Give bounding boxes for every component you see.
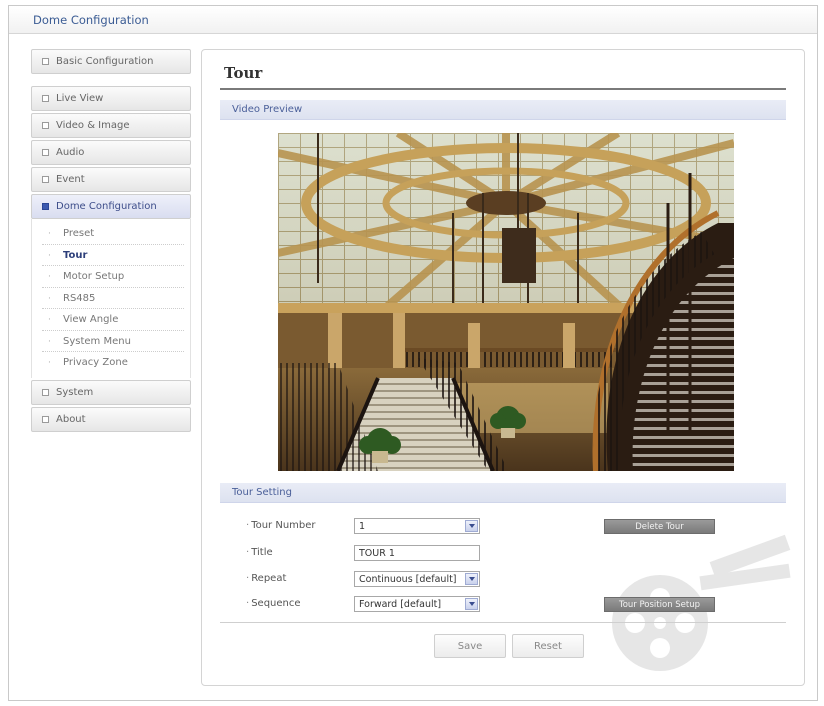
tour-number-label: · Tour Number (246, 520, 316, 531)
square-bullet-icon (42, 58, 49, 65)
submenu-item-label: Motor Setup (63, 271, 125, 282)
delete-tour-button[interactable]: Delete Tour (604, 519, 715, 534)
dot-bullet-icon: · (48, 358, 51, 368)
sidebar-item-label: Basic Configuration (56, 56, 154, 67)
video-preview-section-header: Video Preview (220, 100, 786, 120)
sidebar-item-label: Audio (56, 147, 85, 158)
dome-configuration-submenu: · Preset · Tour · Motor Setup · RS485 · … (31, 219, 191, 378)
square-bullet-icon (42, 176, 49, 183)
section-title: Video Preview (232, 104, 303, 115)
sidebar-item-basic-configuration[interactable]: Basic Configuration (31, 49, 191, 74)
sidebar-item-label: Dome Configuration (56, 201, 157, 212)
sidebar-item-label: Live View (56, 93, 104, 104)
atrium-scene (278, 133, 734, 471)
submenu-item-label: Tour (63, 249, 88, 261)
submenu-item-rs485[interactable]: · RS485 (42, 288, 184, 309)
dot-bullet-icon: · (48, 272, 51, 282)
sidebar-item-video-image[interactable]: Video & Image (31, 113, 191, 138)
section-title: Tour Setting (232, 487, 292, 498)
repeat-select[interactable]: Continuous [default] (354, 571, 480, 587)
submenu-item-label: Privacy Zone (63, 357, 128, 368)
submenu-item-view-angle[interactable]: · View Angle (42, 309, 184, 331)
title-input[interactable]: TOUR 1 (354, 545, 480, 561)
submenu-item-label: System Menu (63, 335, 131, 347)
top-header: Dome Configuration (9, 6, 817, 34)
dot-bullet-icon: · (48, 250, 51, 261)
save-button[interactable]: Save (434, 634, 506, 658)
sidebar-item-event[interactable]: Event (31, 167, 191, 192)
sidebar-item-label: System (56, 386, 94, 398)
sidebar-item-label: Video & Image (56, 120, 130, 131)
sidebar-item-label: Event (56, 174, 85, 185)
sequence-label: · Sequence (246, 598, 301, 609)
main-panel: Tour Video Preview Tour Setting · Tour N… (201, 49, 805, 686)
dot-bullet-icon: · (48, 293, 51, 304)
square-bullet-icon (42, 122, 49, 129)
sidebar-item-label: About (56, 413, 86, 425)
square-bullet-icon (42, 95, 49, 102)
submenu-item-preset[interactable]: · Preset (42, 223, 184, 245)
submenu-item-system-menu[interactable]: · System Menu (42, 331, 184, 352)
app-window: Dome Configuration Basic Configuration L… (8, 5, 818, 701)
page-title: Tour (224, 64, 263, 82)
submenu-item-label: Preset (63, 228, 95, 239)
submenu-item-motor-setup[interactable]: · Motor Setup (42, 266, 184, 288)
sidebar: Basic Configuration Live View Video & Im… (31, 49, 191, 434)
square-bullet-icon (42, 388, 49, 396)
submenu-item-label: View Angle (63, 314, 119, 325)
square-bullet-icon (42, 415, 49, 423)
sidebar-item-dome-configuration[interactable]: Dome Configuration (31, 194, 191, 219)
submenu-item-tour[interactable]: · Tour (42, 245, 184, 266)
sidebar-item-system[interactable]: System (31, 379, 191, 405)
chevron-down-icon (465, 573, 478, 585)
header-title: Dome Configuration (33, 13, 149, 27)
dot-bullet-icon: · (48, 336, 51, 347)
dot-bullet-icon: · (48, 315, 51, 325)
submenu-item-privacy-zone[interactable]: · Privacy Zone (42, 352, 184, 374)
tour-number-select[interactable]: 1 (354, 518, 480, 534)
sidebar-item-audio[interactable]: Audio (31, 140, 191, 165)
form-divider (220, 622, 786, 623)
title-divider (220, 88, 786, 90)
tour-position-setup-button[interactable]: Tour Position Setup (604, 597, 715, 612)
title-label: · Title (246, 547, 273, 558)
video-preview-image (278, 133, 734, 471)
submenu-item-label: RS485 (63, 292, 96, 304)
reset-button[interactable]: Reset (512, 634, 584, 658)
dot-bullet-icon: · (48, 229, 51, 239)
chevron-down-icon (465, 520, 478, 532)
square-bullet-icon (42, 149, 49, 156)
sidebar-item-live-view[interactable]: Live View (31, 86, 191, 111)
sidebar-item-about[interactable]: About (31, 406, 191, 432)
sequence-select[interactable]: Forward [default] (354, 596, 480, 612)
chevron-down-icon (465, 598, 478, 610)
square-bullet-icon (42, 203, 49, 210)
repeat-label: · Repeat (246, 573, 287, 584)
tour-setting-section-header: Tour Setting (220, 483, 786, 503)
